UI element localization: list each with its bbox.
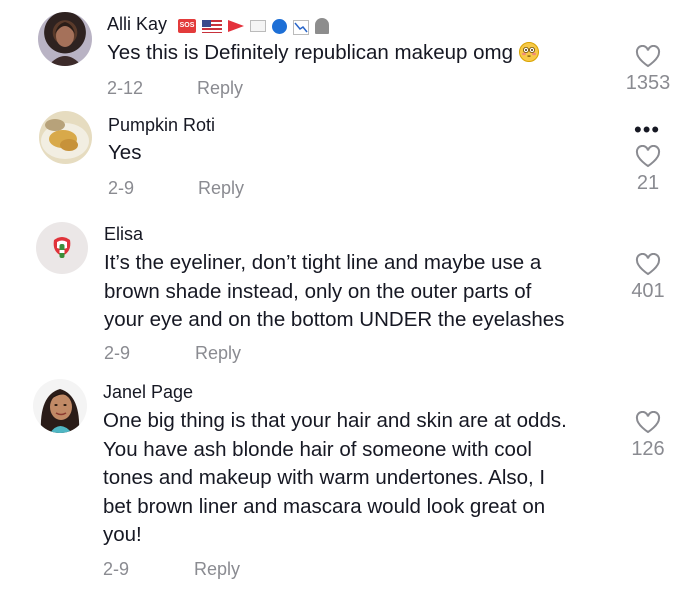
author-badges: SOS bbox=[178, 15, 330, 36]
comment-date: 2-9 bbox=[104, 343, 131, 363]
white-flag-icon bbox=[250, 20, 267, 32]
comment-author[interactable]: Pumpkin Roti bbox=[108, 115, 215, 136]
reply-button[interactable]: Reply bbox=[197, 78, 243, 99]
comment-author[interactable]: Alli Kay SOS bbox=[107, 14, 330, 36]
comment-item: Elisa It’s the eyeliner, don’t tight lin… bbox=[0, 210, 699, 370]
flushed-face-icon bbox=[518, 42, 539, 62]
comment-item: Alli Kay SOS Yes this is Definitely repu… bbox=[0, 0, 699, 105]
comment-text: Yes bbox=[108, 141, 142, 164]
comment-item: Janel Page One big thing is that your ha… bbox=[0, 370, 699, 592]
us-flag-icon bbox=[202, 19, 223, 33]
headstone-icon bbox=[315, 18, 330, 34]
blue-circle-icon bbox=[272, 18, 288, 34]
reply-button[interactable]: Reply bbox=[198, 178, 244, 199]
like-count: 401 bbox=[631, 280, 665, 302]
comment-text: Yes this is Definitely republican makeup… bbox=[107, 39, 539, 68]
avatar[interactable] bbox=[39, 111, 92, 164]
like-button[interactable]: 401 bbox=[618, 253, 678, 303]
avatar[interactable] bbox=[38, 12, 92, 66]
more-options-button[interactable]: ••• bbox=[634, 119, 660, 141]
like-count: 126 bbox=[631, 438, 665, 460]
like-button[interactable]: 126 bbox=[618, 411, 678, 461]
comment-text: One big thing is that your hair and skin… bbox=[103, 409, 567, 546]
avatar[interactable] bbox=[33, 379, 87, 433]
comment-author[interactable]: Elisa bbox=[104, 224, 143, 245]
avatar[interactable] bbox=[36, 222, 88, 274]
like-button[interactable]: 1353 bbox=[618, 45, 678, 95]
author-name[interactable]: Alli Kay bbox=[107, 14, 167, 34]
comment-item: Pumpkin Roti ••• Yes 2-9 Reply 21 bbox=[0, 105, 699, 205]
heart-icon[interactable] bbox=[635, 253, 661, 277]
comment-date: 2-9 bbox=[103, 559, 130, 579]
heart-icon[interactable] bbox=[635, 411, 661, 435]
comment-text: It’s the eyeliner, don’t tight line and … bbox=[104, 251, 565, 331]
heart-icon[interactable] bbox=[635, 45, 661, 69]
like-button[interactable]: 21 bbox=[618, 145, 678, 195]
comment-author[interactable]: Janel Page bbox=[103, 382, 193, 403]
red-pennant-icon bbox=[228, 20, 245, 32]
heart-icon[interactable] bbox=[635, 145, 661, 169]
sos-icon: SOS bbox=[178, 19, 197, 33]
comment-date: 2-12 bbox=[107, 78, 144, 98]
like-count: 21 bbox=[636, 172, 660, 194]
reply-button[interactable]: Reply bbox=[194, 559, 240, 580]
chart-down-icon bbox=[293, 19, 310, 35]
like-count: 1353 bbox=[625, 72, 671, 94]
reply-button[interactable]: Reply bbox=[195, 343, 241, 364]
comment-date: 2-9 bbox=[108, 178, 135, 198]
